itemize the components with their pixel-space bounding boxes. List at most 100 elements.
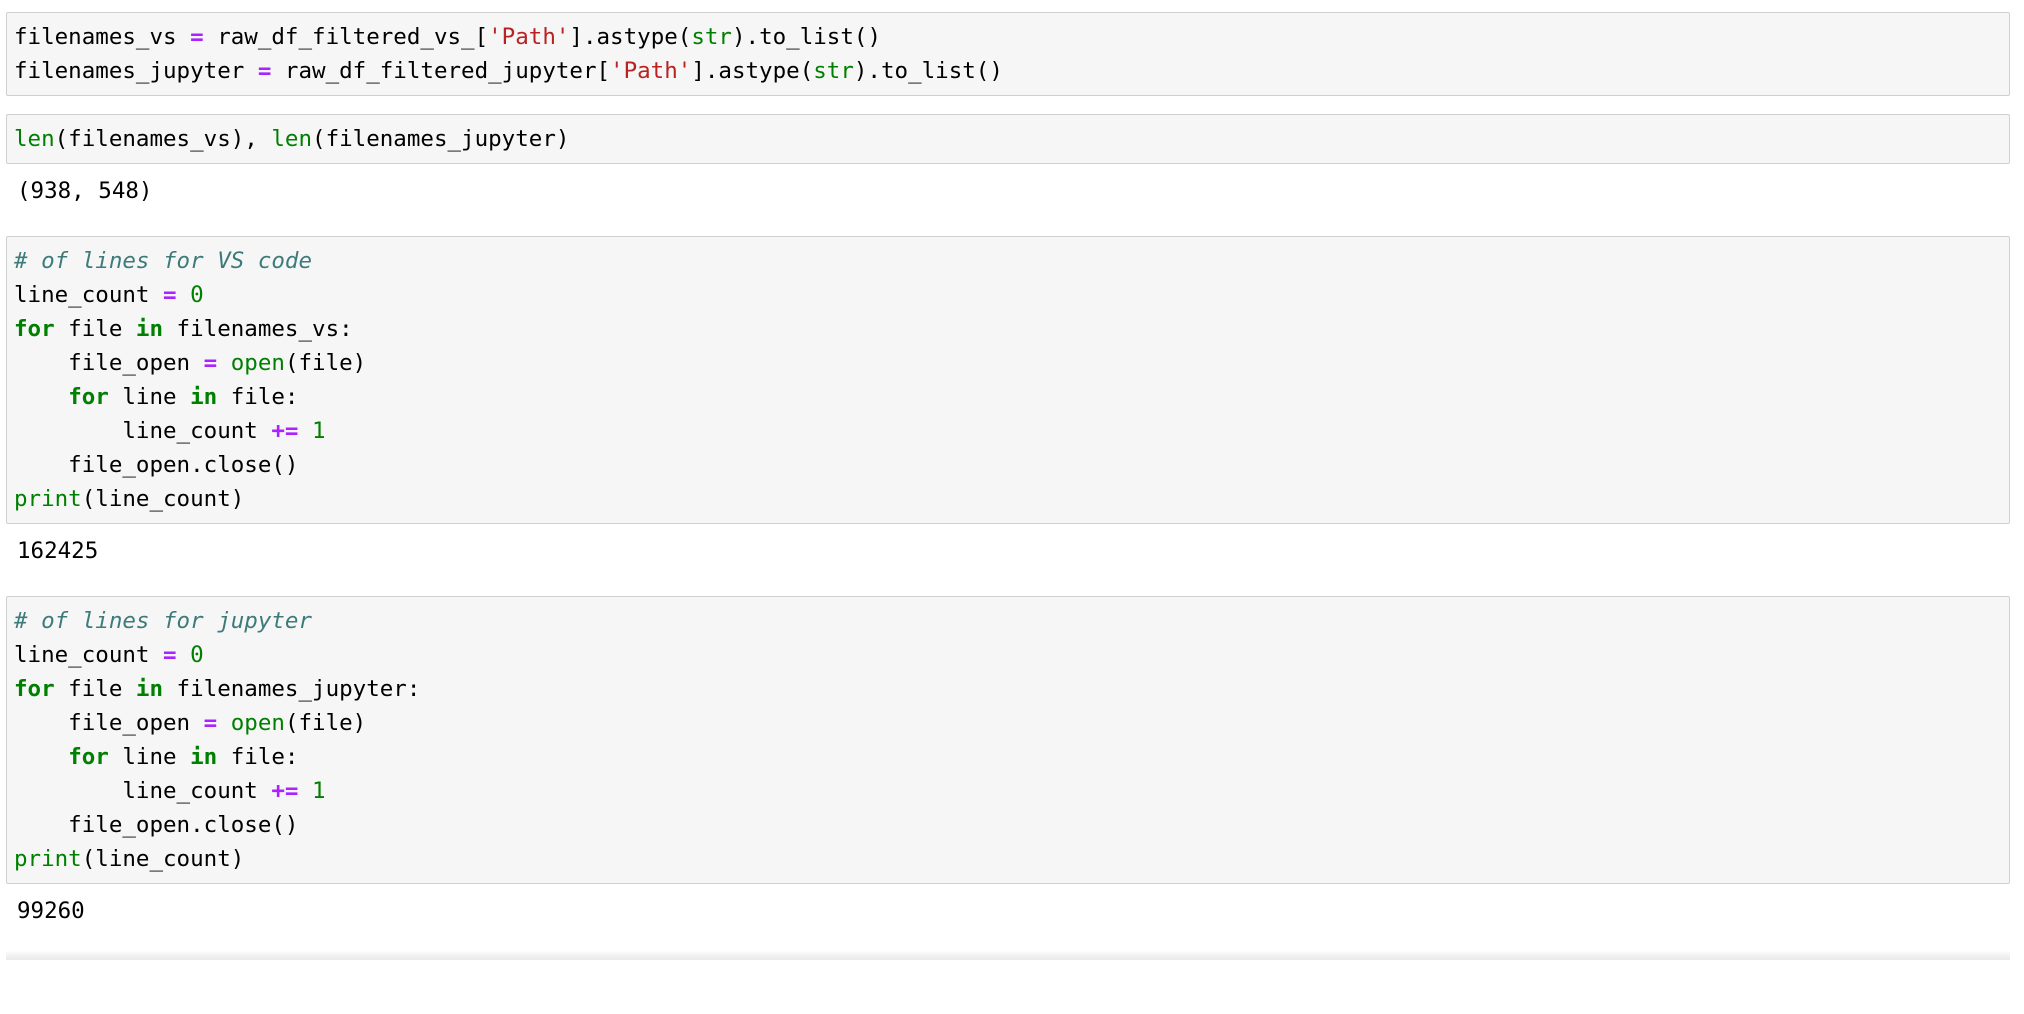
cell-output-area: 162425 (6, 524, 2010, 578)
code-source[interactable]: filenames_vs = raw_df_filtered_vs_['Path… (14, 20, 2001, 88)
code-token: += (271, 418, 299, 444)
code-token: line (108, 384, 191, 410)
next-cell-peek (6, 950, 2010, 960)
notebook-container: filenames_vs = raw_df_filtered_vs_['Path… (0, 0, 2024, 960)
cell-output-text: 99260 (17, 898, 85, 924)
code-token: 'Path' (610, 58, 692, 84)
code-token: 0 (190, 642, 204, 668)
code-source[interactable]: len(filenames_vs), len(filenames_jupyter… (14, 122, 2001, 156)
code-token: = (257, 58, 272, 84)
code-token: (filenames_jupyter) (312, 126, 570, 152)
code-token: ].astype( (569, 24, 692, 50)
code-line: # of lines for jupyter (14, 608, 312, 634)
cell-spacer (0, 96, 2024, 114)
code-token: file_open.close() (14, 812, 299, 838)
code-token: file (54, 676, 136, 702)
code-token: (file) (284, 710, 367, 736)
code-input-area[interactable]: len(filenames_vs), len(filenames_jupyter… (6, 114, 2010, 164)
code-input-area[interactable]: # of lines for VS code line_count = 0 fo… (6, 236, 2010, 524)
code-source[interactable]: # of lines for VS code line_count = 0 fo… (14, 244, 2001, 516)
code-token: line_count (14, 778, 272, 804)
cell-spacer (0, 578, 2024, 596)
code-token: print (14, 846, 82, 872)
code-token: = (203, 350, 218, 376)
code-line: file_open = open(file) (14, 710, 366, 736)
code-token: = (163, 282, 177, 308)
code-token: line_count (14, 418, 272, 444)
code-token: (line_count) (81, 486, 245, 512)
code-token: print (14, 486, 82, 512)
code-token: open (230, 710, 285, 736)
code-token: = (163, 642, 177, 668)
code-token: in (135, 316, 164, 342)
code-line: line_count = 0 (14, 642, 204, 668)
code-line: for line in file: (14, 384, 298, 410)
cell-output-text: 162425 (17, 538, 99, 564)
code-token: (file) (284, 350, 367, 376)
code-line: print(line_count) (14, 486, 244, 512)
code-token: 0 (190, 282, 204, 308)
code-token: filenames_jupyter (14, 58, 258, 84)
code-input-area[interactable]: filenames_vs = raw_df_filtered_vs_['Path… (6, 12, 2010, 96)
code-line: file_open.close() (14, 452, 298, 478)
notebook-cell[interactable]: # of lines for jupyter line_count = 0 fo… (6, 596, 2010, 938)
code-line: for file in filenames_jupyter: (14, 676, 420, 702)
code-token: 1 (312, 418, 326, 444)
notebook-cell[interactable]: # of lines for VS code line_count = 0 fo… (6, 236, 2010, 578)
code-token: ).to_list() (731, 24, 881, 50)
code-token: in (135, 676, 164, 702)
cell-spacer (0, 0, 2024, 12)
code-source[interactable]: # of lines for jupyter line_count = 0 fo… (14, 604, 2001, 876)
code-line: file_open = open(file) (14, 350, 366, 376)
code-input-area[interactable]: # of lines for jupyter line_count = 0 fo… (6, 596, 2010, 884)
code-token: ).to_list() (853, 58, 1003, 84)
cell-output-area: (938, 548) (6, 164, 2010, 218)
code-token: in (190, 744, 218, 770)
code-token: filenames_jupyter: (163, 676, 421, 702)
code-line: line_count += 1 (14, 418, 326, 444)
code-token: filenames_vs (14, 24, 191, 50)
code-token: for (68, 744, 109, 770)
code-token: line_count (14, 642, 164, 668)
code-token: str (813, 58, 854, 84)
code-token: open (230, 350, 285, 376)
code-token: str (691, 24, 732, 50)
code-token: file_open (14, 350, 204, 376)
code-token: line (108, 744, 191, 770)
code-line: for line in file: (14, 744, 298, 770)
notebook-cell[interactable]: filenames_vs = raw_df_filtered_vs_['Path… (6, 12, 2010, 96)
code-token: len (271, 126, 313, 152)
code-token: 'Path' (488, 24, 570, 50)
cell-output-area: 99260 (6, 884, 2010, 938)
code-token: line_count (14, 282, 164, 308)
cell-output-text: (938, 548) (17, 178, 153, 204)
code-token: filenames_vs: (163, 316, 353, 342)
code-token: file (54, 316, 136, 342)
code-token: raw_df_filtered_jupyter[ (271, 58, 611, 84)
code-token: for (14, 316, 55, 342)
code-token: raw_df_filtered_vs_[ (203, 24, 489, 50)
code-token: for (68, 384, 109, 410)
cell-spacer (0, 938, 2024, 950)
code-line: filenames_vs = raw_df_filtered_vs_['Path… (14, 24, 881, 50)
code-token: ].astype( (691, 58, 814, 84)
code-token: (filenames_vs), (54, 126, 272, 152)
cell-spacer (0, 218, 2024, 236)
code-token: file: (217, 744, 299, 770)
notebook-cell[interactable]: len(filenames_vs), len(filenames_jupyter… (6, 114, 2010, 218)
code-token: 1 (312, 778, 326, 804)
code-line: line_count += 1 (14, 778, 326, 804)
code-line: print(line_count) (14, 846, 244, 872)
code-token: += (271, 778, 299, 804)
code-line: # of lines for VS code (14, 248, 312, 274)
code-token: file_open.close() (14, 452, 299, 478)
code-line: filenames_jupyter = raw_df_filtered_jupy… (14, 58, 1003, 84)
code-token: for (14, 676, 55, 702)
code-token: in (190, 384, 218, 410)
